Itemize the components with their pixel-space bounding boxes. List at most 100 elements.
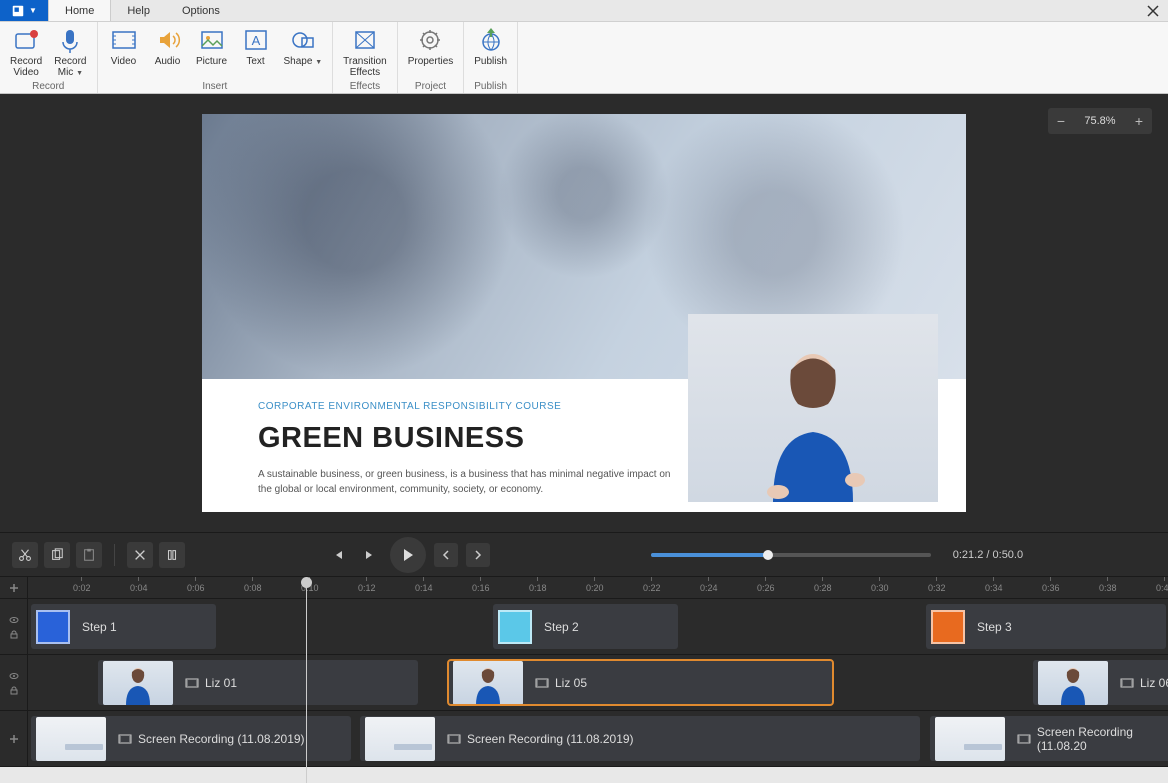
clip-thumbnail — [1038, 661, 1108, 705]
clip-label: Screen Recording (11.08.2019) — [118, 732, 305, 746]
clip-video[interactable]: Liz 01 — [98, 660, 418, 705]
ruler-tick: 0:26 — [757, 577, 775, 598]
preview-area: CORPORATE ENVIRONMENTAL RESPONSIBILITY C… — [0, 94, 1168, 532]
clip-step[interactable]: Step 2 — [493, 604, 678, 649]
step-forward-button[interactable] — [466, 543, 490, 567]
clip-label: Liz 06 — [1120, 676, 1168, 690]
playhead[interactable] — [306, 583, 307, 783]
film-icon — [447, 732, 461, 746]
lock-icon — [9, 629, 19, 639]
time-ruler[interactable]: 0:020:040:060:080:100:120:140:160:180:20… — [28, 577, 1168, 598]
crop-button[interactable] — [159, 542, 185, 568]
copy-icon — [50, 548, 64, 562]
clip-thumbnail — [453, 661, 523, 705]
lock-icon — [9, 685, 19, 695]
seek-bar[interactable] — [651, 553, 931, 557]
zoom-out-button[interactable]: − — [1052, 112, 1070, 130]
seek-thumb[interactable] — [763, 550, 773, 560]
ruler-tick: 0:12 — [358, 577, 376, 598]
clip-screen-recording[interactable]: Screen Recording (11.08.2019) — [360, 716, 920, 761]
menu-tab-home[interactable]: Home — [48, 0, 111, 21]
clip-step[interactable]: Step 1 — [31, 604, 216, 649]
delete-button[interactable] — [127, 542, 153, 568]
ribbon-audio-button[interactable]: Audio — [146, 24, 190, 81]
plus-icon — [9, 583, 19, 593]
ribbon-item-label: TransitionEffects — [343, 56, 387, 78]
ribbon-group-label: Record — [4, 81, 93, 93]
clip-label: Step 2 — [544, 620, 579, 634]
clip-video[interactable]: Liz 05 — [448, 660, 833, 705]
track-gutter-steps[interactable] — [0, 599, 28, 654]
svg-text:A: A — [251, 33, 260, 48]
slide-canvas[interactable]: CORPORATE ENVIRONMENTAL RESPONSIBILITY C… — [202, 114, 966, 512]
record-mic-icon — [56, 26, 84, 54]
clip-swatch — [931, 610, 965, 644]
ruler-tick: 0:34 — [985, 577, 1003, 598]
menu-tab-options[interactable]: Options — [166, 0, 236, 21]
play-icon — [400, 547, 416, 563]
clip-label: Liz 01 — [185, 676, 237, 690]
ribbon-record-mic-button[interactable]: RecordMic ▼ — [48, 24, 92, 81]
ribbon-video-button[interactable]: Video — [102, 24, 146, 81]
clip-label: Screen Recording (11.08.20 — [1017, 725, 1168, 753]
presenter-overlay[interactable] — [688, 314, 938, 502]
film-icon — [185, 676, 199, 690]
ribbon-shape-button[interactable]: Shape ▼ — [278, 24, 329, 81]
clip-thumbnail — [935, 717, 1005, 761]
track-gutter-screen[interactable] — [0, 711, 28, 766]
clip-screen-recording[interactable]: Screen Recording (11.08.2019) — [31, 716, 351, 761]
timeline: 0:020:040:060:080:100:120:140:160:180:20… — [0, 576, 1168, 767]
ribbon-item-label: Audio — [155, 56, 181, 67]
cut-button[interactable] — [12, 542, 38, 568]
ribbon-text-button[interactable]: AText — [234, 24, 278, 81]
person-thumb-icon — [120, 665, 156, 705]
ribbon-publish-button[interactable]: Publish — [468, 24, 513, 81]
track-gutter-video[interactable] — [0, 655, 28, 710]
ruler-tick: 0:30 — [871, 577, 889, 598]
track-steps[interactable]: Step 1 Step 2 Step 3 — [28, 599, 1168, 654]
paste-button[interactable] — [76, 542, 102, 568]
step-back-button[interactable] — [434, 543, 458, 567]
eye-icon — [9, 615, 19, 625]
ribbon-transition-button[interactable]: TransitionEffects — [337, 24, 393, 81]
ruler-tick: 0:16 — [472, 577, 490, 598]
ribbon-item-label: Picture — [196, 56, 227, 67]
chevron-right-icon — [472, 549, 484, 561]
clip-step[interactable]: Step 3 — [926, 604, 1166, 649]
seek-fill — [651, 553, 769, 557]
copy-button[interactable] — [44, 542, 70, 568]
ruler-tick: 0:08 — [244, 577, 262, 598]
ribbon-group-label: Effects — [337, 81, 393, 93]
rewind-button[interactable] — [326, 543, 350, 567]
track-screen[interactable]: Screen Recording (11.08.2019) Screen Reco… — [28, 711, 1168, 766]
forward-end-icon — [364, 549, 376, 561]
zoom-control: − 75.8% + — [1048, 108, 1152, 134]
ribbon-item-label: Publish — [474, 56, 507, 67]
window-close-button[interactable] — [1138, 0, 1168, 21]
picture-icon — [198, 26, 226, 54]
chevron-left-icon — [440, 549, 452, 561]
app-menu-button[interactable]: ▼ — [0, 0, 48, 21]
ribbon-item-label: RecordMic ▼ — [54, 56, 86, 78]
time-readout: 0:21.2 / 0:50.0 — [953, 549, 1023, 561]
add-track-button[interactable] — [0, 577, 28, 598]
clip-label: Step 3 — [977, 620, 1012, 634]
person-thumb-icon — [1055, 665, 1091, 705]
clip-video[interactable]: Liz 06 — [1033, 660, 1168, 705]
ribbon-properties-button[interactable]: Properties — [402, 24, 460, 81]
menubar: ▼ HomeHelpOptions — [0, 0, 1168, 22]
track-video[interactable]: Liz 01 Liz 05 Liz 06 — [28, 655, 1168, 710]
clip-screen-recording[interactable]: Screen Recording (11.08.20 — [930, 716, 1168, 761]
shape-icon — [289, 26, 317, 54]
rewind-icon — [332, 549, 344, 561]
ruler-tick: 0:38 — [1099, 577, 1117, 598]
play-button[interactable] — [390, 537, 426, 573]
audio-icon — [154, 26, 182, 54]
ribbon-group-label: Publish — [468, 81, 513, 93]
menu-tab-help[interactable]: Help — [111, 0, 166, 21]
forward-end-button[interactable] — [358, 543, 382, 567]
ribbon-record-video-button[interactable]: RecordVideo — [4, 24, 48, 81]
clip-label: Liz 05 — [535, 676, 587, 690]
ribbon-picture-button[interactable]: Picture — [190, 24, 234, 81]
zoom-in-button[interactable]: + — [1130, 112, 1148, 130]
